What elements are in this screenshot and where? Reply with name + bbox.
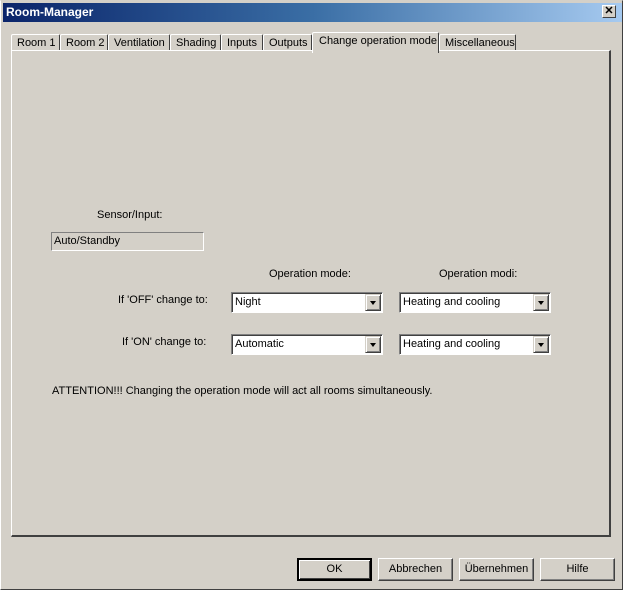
tab-room-2[interactable]: Room 2 [60, 34, 108, 51]
sensor-input-field: Auto/Standby [51, 232, 204, 251]
help-button[interactable]: Hilfe [540, 558, 615, 581]
ok-button[interactable]: OK [297, 558, 372, 581]
off-operation-mode-select[interactable]: Night [231, 292, 383, 313]
chevron-down-icon[interactable] [533, 336, 549, 353]
close-icon: ✕ [604, 5, 614, 17]
title-bar[interactable]: Room-Manager ✕ [3, 3, 622, 22]
apply-button[interactable]: Übernehmen [459, 558, 534, 581]
room-manager-dialog: Room-Manager ✕ Room 1 Room 2 Ventilation… [0, 0, 623, 590]
off-operation-modi-value: Heating and cooling [403, 296, 501, 308]
cancel-button[interactable]: Abbrechen [378, 558, 453, 581]
on-operation-mode-value: Automatic [235, 338, 284, 350]
tab-shading[interactable]: Shading [170, 34, 221, 51]
close-button[interactable]: ✕ [602, 5, 616, 18]
tab-inputs[interactable]: Inputs [221, 34, 263, 51]
on-change-label: If 'ON' change to: [122, 336, 207, 348]
off-change-label: If 'OFF' change to: [118, 294, 208, 306]
chevron-down-icon[interactable] [365, 336, 381, 353]
tab-change-operation-mode[interactable]: Change operation mode [312, 32, 439, 53]
operation-modi-header: Operation modi: [439, 268, 518, 280]
window-title: Room-Manager [6, 5, 94, 19]
tab-ventilation[interactable]: Ventilation [108, 34, 170, 51]
off-operation-modi-select[interactable]: Heating and cooling [399, 292, 551, 313]
chevron-down-icon[interactable] [365, 294, 381, 311]
attention-message: ATTENTION!!! Changing the operation mode… [52, 385, 433, 397]
chevron-down-icon[interactable] [533, 294, 549, 311]
tab-room-1[interactable]: Room 1 [11, 34, 60, 51]
operation-mode-header: Operation mode: [269, 268, 351, 280]
tab-outputs[interactable]: Outputs [263, 34, 312, 51]
on-operation-mode-select[interactable]: Automatic [231, 334, 383, 355]
tab-miscellaneous[interactable]: Miscellaneous [439, 34, 516, 51]
off-operation-mode-value: Night [235, 296, 261, 308]
on-operation-modi-select[interactable]: Heating and cooling [399, 334, 551, 355]
sensor-input-label: Sensor/Input: [97, 209, 163, 221]
on-operation-modi-value: Heating and cooling [403, 338, 501, 350]
